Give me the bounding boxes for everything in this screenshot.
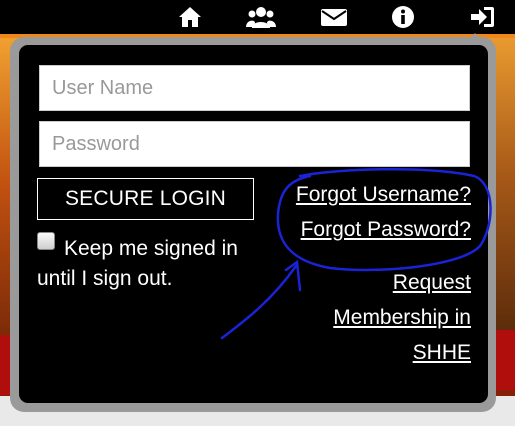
username-input[interactable] xyxy=(39,65,470,111)
forgot-username-link[interactable]: Forgot Username? xyxy=(296,183,471,207)
request-membership-link-line3[interactable]: SHHE xyxy=(413,341,471,365)
request-membership-link-line2[interactable]: Membership in xyxy=(333,306,471,330)
mail-icon[interactable] xyxy=(320,4,348,30)
secure-login-button[interactable]: SECURE LOGIN xyxy=(37,178,254,220)
popup-pointer xyxy=(466,33,484,43)
forgot-password-link[interactable]: Forgot Password? xyxy=(301,218,471,242)
home-icon[interactable] xyxy=(176,4,204,30)
members-icon[interactable] xyxy=(246,4,276,30)
top-nav-bar xyxy=(0,0,515,34)
info-icon[interactable] xyxy=(391,4,415,30)
password-input[interactable] xyxy=(39,121,470,167)
sign-in-icon[interactable] xyxy=(468,4,496,30)
keep-signed-in-label: Keep me signed in until I sign out. xyxy=(37,237,238,290)
request-membership-link-line1[interactable]: Request xyxy=(393,271,471,295)
